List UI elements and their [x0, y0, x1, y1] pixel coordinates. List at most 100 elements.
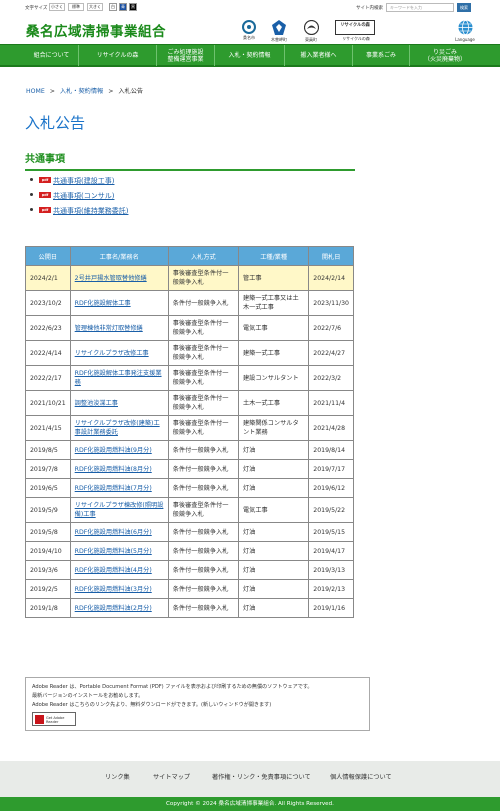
search-input[interactable]: キーワードを入力: [386, 3, 454, 12]
cell-name-link[interactable]: RDF化施設用燃料油(4月分): [75, 567, 152, 574]
font-large-button[interactable]: 大きく: [87, 3, 103, 11]
cell-open-date: 2019/8/14: [308, 440, 354, 460]
cell-method: 事後審査型条件付一般競争入札: [167, 365, 240, 391]
table-cell: RDF化施設解体工事発注支援業務: [69, 365, 169, 391]
cell-open-date: 2022/4/27: [308, 340, 354, 366]
breadcrumb-separator: >: [49, 88, 55, 95]
column-header-method: 入札方式: [167, 246, 240, 266]
cell-name-link[interactable]: リサイクルプラザ改修(建築)工事設計業務委託: [75, 420, 160, 436]
globe-icon: [458, 20, 472, 35]
adobe-logo-icon: [35, 715, 44, 724]
table-row: 2022/6/23 管理棟他非常灯取替修繕 事後審査型条件付一般競争入札 電気工事 20…: [25, 315, 354, 341]
table-row: 2021/10/21 調整池浚渫工事 事後審査型条件付一般競争入札 土木一式工事 202…: [25, 390, 354, 416]
cell-name-link[interactable]: RDF化施設用燃料油(7月分): [75, 485, 152, 492]
pdf-icon: pdf: [39, 177, 51, 183]
cell-open-date: 2024/2/14: [308, 265, 354, 291]
font-normal-button[interactable]: 標準: [68, 3, 84, 11]
cell-name-link[interactable]: RDF化施設用燃料油(3月分): [75, 586, 152, 593]
breadcrumb-home[interactable]: HOME: [26, 88, 45, 95]
cell-type: 建設コンサルタント: [237, 365, 310, 391]
cell-name-link[interactable]: リサイクルプラザ改修工事: [75, 350, 149, 357]
site-title[interactable]: 桑名広域清掃事業組合: [26, 20, 166, 40]
cell-name-link[interactable]: RDF化施設用燃料油(5月分): [75, 548, 152, 555]
table-row: 2021/4/15 リサイクルプラザ改修(建築)工事設計業務委託 事後審査型条件付一…: [25, 415, 354, 441]
cell-date: 2019/4/10: [25, 541, 71, 561]
cell-type: 灯油: [237, 459, 310, 479]
footer-link-sitemap[interactable]: サイトマップ: [153, 772, 190, 781]
table-cell: RDF化施設用燃料油(8月分): [69, 459, 169, 479]
nav-item-recycle-forest[interactable]: リサイクルの森: [79, 45, 157, 66]
table-cell: RDF化施設用燃料油(9月分): [69, 440, 169, 460]
footer-link-privacy[interactable]: 個人情報保護について: [330, 772, 392, 781]
footer-link-links[interactable]: リンク集: [105, 772, 130, 781]
cell-open-date: 2019/2/13: [308, 579, 354, 599]
table-row: 2019/1/8 RDF化施設用燃料油(2月分) 条件付一般競争入札 灯油 2019/1…: [25, 598, 354, 618]
nav-item-bidding[interactable]: 入札・契約情報: [215, 45, 285, 66]
font-small-button[interactable]: 小さく: [49, 3, 65, 11]
get-adobe-reader-button[interactable]: Get Adobe Reader: [32, 712, 76, 726]
cell-method: 事後審査型条件付一般競争入札: [167, 497, 240, 523]
kisosaki-town-link[interactable]: 木曽岬町: [267, 20, 291, 43]
table-cell: 2号井戸揚水管取替他修繕: [69, 265, 169, 291]
cell-method: 条件付一般競争入札: [167, 440, 240, 460]
nav-item-facility-project[interactable]: ごみ処理施設 整備運営事業: [157, 45, 215, 66]
cell-type: 灯油: [237, 522, 310, 542]
cell-name-link[interactable]: 管理棟他非常灯取替修繕: [75, 325, 143, 332]
breadcrumb-bidding[interactable]: 入札・契約情報: [60, 88, 103, 95]
common-link-construction[interactable]: 共通事項(建設工事): [53, 176, 114, 186]
color-black-button[interactable]: 黒: [129, 3, 137, 11]
recycle-forest-logo-text: リサイクルの森: [340, 23, 370, 28]
cell-name-link[interactable]: RDF化施設解体工事発注支援業務: [75, 370, 162, 386]
nav-item-haulers[interactable]: 搬入業者様へ: [285, 45, 353, 66]
cell-name-link[interactable]: RDF化施設用燃料油(2月分): [75, 605, 152, 612]
cell-type: 灯油: [237, 541, 310, 561]
cell-method: 条件付一般競争入札: [167, 522, 240, 542]
adobe-notice-line: 最新バージョンのインストールをお勧めします。: [32, 693, 144, 699]
common-link-consultant[interactable]: 共通事項(コンサル): [53, 191, 114, 201]
cell-name-link[interactable]: 調整池浚渫工事: [75, 400, 118, 407]
cell-name-link[interactable]: リサイクルプラザ棟改修(照明設備)工事: [75, 502, 164, 518]
table-cell: 調整池浚渫工事: [69, 390, 169, 416]
cell-method: 条件付一般競争入札: [167, 560, 240, 580]
language-link[interactable]: Language: [454, 20, 476, 42]
footer-link-copyright[interactable]: 著作権・リンク・免責事項について: [212, 772, 311, 781]
font-size-label: 文字サイズ: [25, 6, 48, 11]
cell-name-link[interactable]: RDF化施設用燃料油(9月分): [75, 447, 152, 454]
cell-type: 灯油: [237, 598, 310, 618]
cell-open-date: 2019/4/17: [308, 541, 354, 561]
cell-method: 条件付一般競争入札: [167, 598, 240, 618]
cell-type: 管工事: [237, 265, 310, 291]
color-blue-button[interactable]: 青: [119, 3, 127, 11]
cell-name-link[interactable]: 2号井戸揚水管取替他修繕: [75, 275, 147, 282]
cell-date: 2022/4/14: [25, 340, 71, 366]
table-cell: リサイクルプラザ改修工事: [69, 340, 169, 366]
cell-method: 事後審査型条件付一般競争入札: [167, 340, 240, 366]
search-button[interactable]: 検索: [457, 3, 471, 12]
pdf-icon: pdf: [39, 192, 51, 198]
table-row: 2019/8/5 RDF化施設用燃料油(9月分) 条件付一般競争入札 灯油 2019/8…: [25, 440, 354, 460]
cell-name-link[interactable]: RDF化施設用燃料油(8月分): [75, 466, 152, 473]
cell-date: 2021/10/21: [25, 390, 71, 416]
toin-town-link[interactable]: 東員町: [300, 19, 322, 43]
cell-open-date: 2019/3/13: [308, 560, 354, 580]
nav-item-disaster-waste[interactable]: り災ごみ （火災廃棄物）: [410, 45, 480, 66]
cell-open-date: 2019/6/12: [308, 478, 354, 498]
recycle-forest-link[interactable]: リサイクルの森 リサイクルの森: [335, 20, 377, 42]
nav-item-business-waste[interactable]: 事業系ごみ: [353, 45, 410, 66]
common-link-maintenance[interactable]: 共通事項(維持業務委託): [53, 206, 128, 216]
cell-open-date: 2022/3/2: [308, 365, 354, 391]
cell-open-date: 2022/7/6: [308, 315, 354, 341]
kuwana-city-link[interactable]: 桑名市: [239, 20, 259, 41]
cell-name-link[interactable]: RDF化施設用燃料油(6月分): [75, 529, 152, 536]
cell-date: 2023/10/2: [25, 290, 71, 316]
column-header-name: 工事名/業務名: [69, 246, 169, 266]
cell-type: 建築関係コンサルタント業務: [237, 415, 310, 441]
color-white-button[interactable]: 白: [109, 3, 117, 11]
nav-item-about[interactable]: 組合について: [25, 45, 79, 66]
breadcrumb: HOME > 入札・契約情報 > 入札公告: [26, 86, 143, 95]
table-cell: リサイクルプラザ改修(建築)工事設計業務委託: [69, 415, 169, 441]
table-cell: RDF化施設用燃料油(5月分): [69, 541, 169, 561]
breadcrumb-separator: >: [108, 88, 114, 95]
cell-name-link[interactable]: RDF化施設解体工事: [75, 300, 131, 307]
column-header-date: 公開日: [25, 246, 71, 266]
